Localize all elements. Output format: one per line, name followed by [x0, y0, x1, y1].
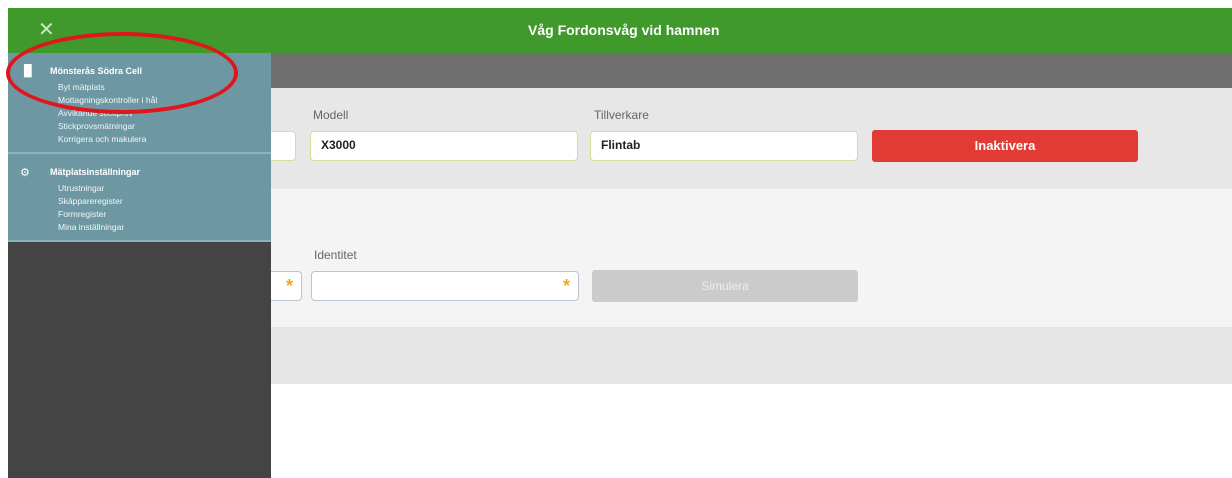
- sidebar-menu: ▐▌ Mönsterås Södra Cell Byt mätplats Mot…: [8, 53, 271, 478]
- manufacturer-label: Tillverkare: [594, 108, 649, 122]
- model-field[interactable]: X3000: [310, 131, 578, 161]
- model-label: Modell: [313, 108, 349, 122]
- identity-label: Identitet: [314, 248, 357, 262]
- required-star-icon: *: [562, 276, 570, 296]
- simulate-button[interactable]: Simulera: [592, 270, 858, 302]
- manufacturer-field[interactable]: Flintab: [590, 131, 858, 161]
- sidebar-item-scaler-register[interactable]: Skäppareregister: [8, 195, 271, 208]
- partial-field-left[interactable]: [268, 131, 296, 161]
- required-star-icon: *: [285, 276, 293, 296]
- sidebar-group-settings: ⚙ Mätplatsinställningar Utrustningar Skä…: [8, 154, 271, 242]
- top-strip: [0, 0, 1232, 8]
- partial-required-field[interactable]: *: [268, 271, 302, 301]
- annotation-ellipse: [6, 32, 238, 114]
- sidebar-group-header[interactable]: ⚙ Mätplatsinställningar: [8, 162, 271, 182]
- sidebar-item-form-register[interactable]: Formregister: [8, 208, 271, 221]
- inactivate-button[interactable]: Inaktivera: [872, 130, 1138, 162]
- sidebar-item-sample-measurements[interactable]: Stickprovsmätningar: [8, 120, 271, 133]
- sidebar-item-correct-cancel[interactable]: Korrigera och makulera: [8, 133, 271, 146]
- gear-icon: ⚙: [20, 166, 30, 179]
- identity-field[interactable]: *: [311, 271, 579, 301]
- sidebar-item-my-settings[interactable]: Mina inställningar: [8, 221, 271, 234]
- sidebar-group-title: Mätplatsinställningar: [50, 167, 141, 177]
- sidebar-item-equipment[interactable]: Utrustningar: [8, 182, 271, 195]
